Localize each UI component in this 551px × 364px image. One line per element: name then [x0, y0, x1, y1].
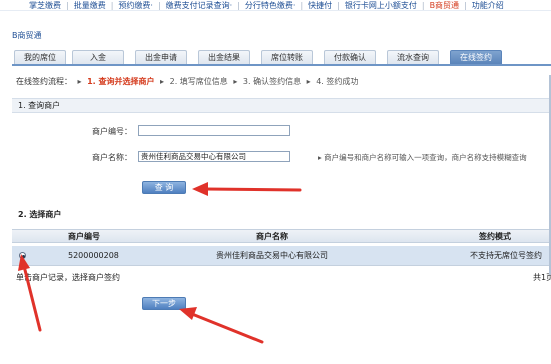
- nav-item-6[interactable]: 快捷付: [303, 0, 337, 10]
- arrow-to-next-button-icon: [179, 307, 264, 344]
- tab-withdraw-apply[interactable]: 出金申请: [135, 50, 187, 64]
- nav-item-7[interactable]: 银行卡网上小额支付: [340, 0, 422, 10]
- sign-steps: 在线签约流程： ▸ 1. 查询并选择商户 ▸ 2. 填写席位信息 ▸ 3. 确认…: [16, 76, 358, 87]
- tab-flow-query[interactable]: 流水查询: [387, 50, 439, 64]
- merchant-table-header: 商户编号 商户名称 签约模式: [12, 229, 551, 243]
- nav-item-4[interactable]: 缴费支付记录查询·: [161, 0, 238, 10]
- step-3: 3. 确认签约信息: [242, 77, 302, 86]
- col-sign-mode: 签约模式: [479, 231, 511, 241]
- tab-withdraw-result[interactable]: 出金结果: [198, 50, 250, 64]
- tab-online-sign[interactable]: 在线签约: [450, 50, 502, 64]
- merchant-name-label: 商户名称：: [92, 153, 132, 162]
- step-1: 1. 查询并选择商户: [87, 77, 155, 86]
- arrow-icon: ▸: [306, 77, 311, 86]
- merchant-id-label: 商户编号：: [92, 127, 132, 136]
- step-4: 4. 签约成功: [316, 77, 359, 86]
- next-button[interactable]: 下一步: [142, 297, 186, 310]
- row-sign-mode: 不支持无席位号签约: [470, 251, 542, 260]
- steps-lead: 在线签约流程：: [16, 77, 72, 86]
- arrow-to-query-button-icon: [192, 182, 302, 196]
- table-row[interactable]: 5200000208 贵州佳利商品交易中心有限公司 不支持无席位号签约: [12, 246, 551, 266]
- select-note: 单击商户记录，选择商户签约: [16, 273, 120, 282]
- arrow-icon: ▸: [233, 77, 238, 86]
- merchant-name-input[interactable]: 贵州佳利商品交易中心有限公司: [138, 151, 290, 162]
- row-radio[interactable]: [19, 252, 26, 259]
- nav-item-3[interactable]: 预约缴费·: [113, 0, 158, 10]
- nav-item-8[interactable]: B商贸通: [425, 0, 465, 10]
- tab-strip: 我的席位 入金 出金申请 出金结果 席位转账 付款确认 流水查询 在线签约: [12, 48, 551, 66]
- tab-deposit[interactable]: 入金: [72, 50, 124, 64]
- col-merchant-id: 商户编号: [68, 231, 100, 241]
- nav-item-9[interactable]: 功能介绍: [467, 0, 509, 10]
- nav-item-5[interactable]: 分行特色缴费·: [240, 0, 301, 10]
- arrow-icon: ▸: [77, 77, 82, 86]
- nav-item-2[interactable]: 批量缴费: [69, 0, 111, 10]
- merchant-id-input[interactable]: [138, 125, 290, 136]
- query-section-header: 1. 查询商户: [12, 98, 551, 113]
- arrow-icon: ▸: [160, 77, 165, 86]
- brand-title: B商贸通: [12, 31, 42, 40]
- query-hint-text: 商户编号和商户名称可输入一项查询，商户名称支持模糊查询: [324, 153, 527, 162]
- row-merchant-id: 5200000208: [68, 251, 119, 260]
- nav-item-1[interactable]: 掌芝缴费: [24, 0, 66, 10]
- select-section-header: 2. 选择商户: [12, 207, 551, 222]
- top-nav: 掌芝缴费 | 批量缴费 | 预约缴费· | 缴费支付记录查询· | 分行特色缴费· | 快…: [0, 0, 551, 11]
- tab-my-seat[interactable]: 我的席位: [14, 50, 66, 64]
- step-2: 2. 填写席位信息: [169, 77, 228, 86]
- col-merchant-name: 商户名称: [256, 231, 288, 241]
- tab-seat-transfer[interactable]: 席位转账: [261, 50, 313, 64]
- query-hint: ▸ 商户编号和商户名称可输入一项查询，商户名称支持模糊查询: [318, 152, 527, 163]
- row-merchant-name: 贵州佳利商品交易中心有限公司: [216, 251, 328, 260]
- query-button[interactable]: 查 询: [142, 181, 186, 194]
- tab-payment-confirm[interactable]: 付款确认: [324, 50, 376, 64]
